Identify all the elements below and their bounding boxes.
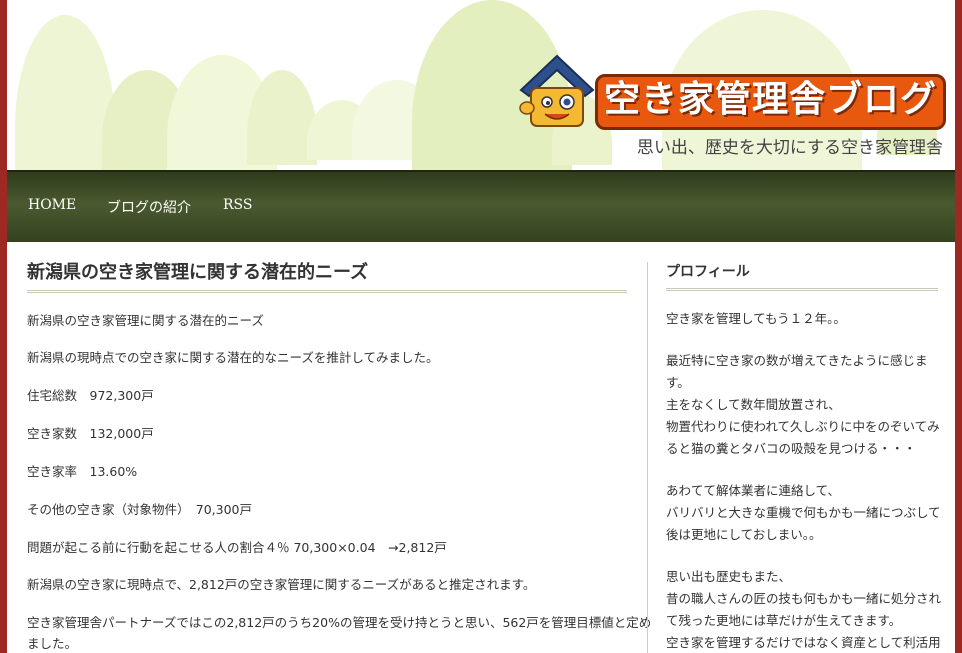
profile-line: す。	[666, 375, 690, 390]
blog-title-logo[interactable]: 空き家管理舎ブログ	[595, 74, 947, 130]
profile-line: 昔の職人さんの匠の技も何もかも一緒に処分され	[666, 591, 942, 606]
profile-line: 主をなくして数年間放置され、	[666, 397, 841, 412]
profile-line: 物置代わりに使われて久しぶりに中をのぞいてみ	[666, 419, 940, 434]
post-paragraph: 新潟県の空き家に現時点で、2,812戸の空き家管理に関するニーズがあると推定され…	[27, 577, 536, 592]
profile-line: て残った更地には草だけが生えてきます。	[666, 613, 902, 628]
profile-line: ると猫の糞とタバコの吸殻を見つける・・・	[666, 441, 917, 456]
page: 空き家管理舎ブログ 思い出、歴史を大切にする空き家管理舎 HOME ブログの紹介…	[7, 0, 955, 653]
profile-line: 最近特に空き家の数が増えてきたように感じま	[666, 353, 928, 368]
post-paragraph: 新潟県の空き家管理に関する潜在的ニーズ	[27, 313, 264, 328]
profile-line: バリバリと大きな重機で何もかも一緒につぶして	[666, 505, 941, 520]
site-header: 空き家管理舎ブログ 思い出、歴史を大切にする空き家管理舎	[7, 0, 955, 170]
profile-line: 空き家を管理するだけではなく資産として利活用	[666, 635, 941, 650]
profile-line: 思い出も歴史もまた、	[666, 569, 792, 584]
profile-line: 後は更地にしておしまい。。	[666, 527, 822, 542]
nav-home-link[interactable]: HOME	[28, 197, 76, 213]
sidebar: プロフィール 空き家を管理してもう１２年。。 最近特に空き家の数が増えてきたよう…	[666, 258, 941, 650]
main-content: 新潟県の空き家管理に関する潜在的ニーズ 新潟県の空き家管理に関する潜在的ニーズ …	[27, 258, 651, 651]
sidebar-profile-title: プロフィール	[666, 258, 938, 291]
post-paragraph: 問題が起こる前に行動を起こせる人の割合４％ 70,300×0.04 →2,812…	[27, 540, 447, 555]
profile-line: あわてて解体業者に連絡して、	[666, 483, 841, 498]
profile-line: 空き家を管理してもう１２年。。	[666, 311, 846, 326]
column-divider	[647, 262, 648, 653]
blog-tagline: 思い出、歴史を大切にする空き家管理舎	[636, 138, 943, 158]
post-paragraph: 空き家管理舎パートナーズではこの2,812戸のうち20%の管理を受け持とうと思い…	[27, 615, 652, 630]
nav-about-link[interactable]: ブログの紹介	[107, 197, 191, 217]
post-paragraph: 新潟県の現時点での空き家に関する潜在的なニーズを推計してみました。	[27, 350, 439, 365]
nav-rss-link[interactable]: RSS	[223, 197, 252, 213]
hill-decoration	[15, 15, 115, 170]
post-paragraph: その他の空き家（対象物件） 70,300戸	[27, 502, 252, 517]
post-paragraph: 空き家率 13.60%	[27, 464, 138, 479]
post-title[interactable]: 新潟県の空き家管理に関する潜在的ニーズ	[27, 258, 627, 293]
post-paragraph: ました。	[27, 636, 78, 651]
post-paragraph: 空き家数 132,000戸	[27, 426, 154, 441]
house-mascot-icon	[519, 54, 595, 127]
main-navigation: HOME ブログの紹介 RSS	[7, 170, 955, 242]
post-paragraph: 住宅総数 972,300戸	[27, 388, 154, 403]
